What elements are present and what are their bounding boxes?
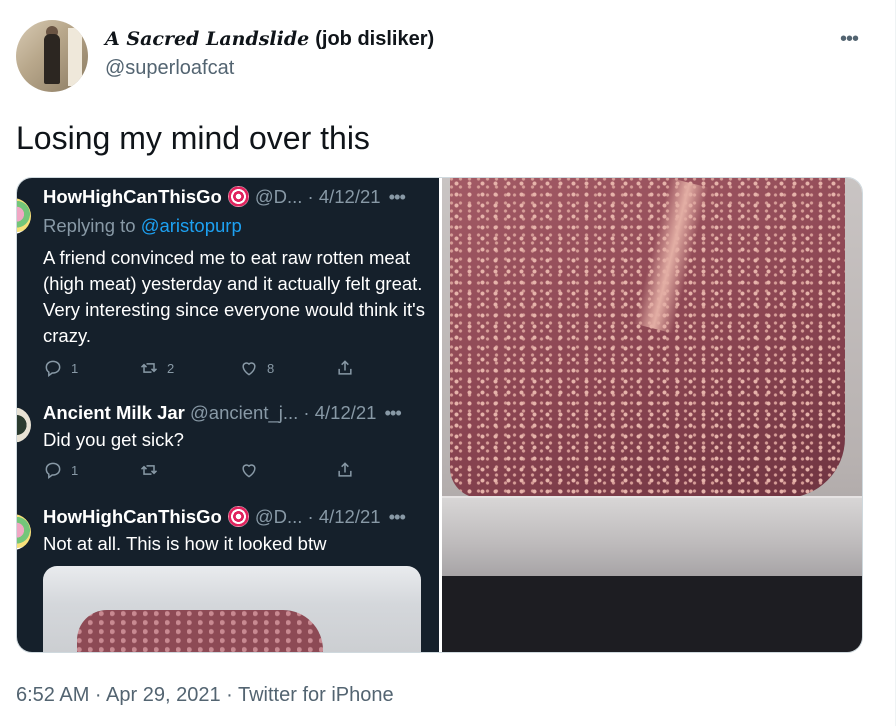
container-edge — [442, 496, 862, 576]
flower-badge-icon — [227, 506, 249, 527]
retweet-icon — [140, 465, 158, 475]
author-name-row[interactable]: A Sacred Landslide (job disliker) — [105, 28, 434, 51]
media-grid[interactable]: HowHighCanThisGo @D... · 4/12/21 ••• Reply… — [16, 177, 863, 653]
share-icon — [338, 360, 352, 375]
flower-badge-icon — [227, 186, 249, 207]
reply-header: HowHighCanThisGo @D... · 4/12/21 ••• — [43, 506, 406, 528]
avatar-door — [68, 28, 82, 86]
reply-count: 1 — [43, 460, 78, 480]
reply-icon — [45, 462, 61, 479]
reply-body: Did you get sick? — [43, 429, 184, 450]
reply-handle-date: @D... · 4/12/21 — [254, 186, 381, 207]
heart-icon — [242, 464, 256, 478]
reply-header: HowHighCanThisGo @D... · 4/12/21 ••• — [43, 186, 406, 208]
like-count: 8 — [239, 358, 274, 378]
retweet-icon — [140, 363, 158, 373]
reply-body: Not at all. This is how it looked btw — [43, 533, 327, 554]
more-options-icon[interactable]: ••• — [834, 24, 864, 54]
retweet-count — [139, 460, 159, 480]
reply-count-value: 1 — [71, 360, 79, 376]
retweet-count: 2 — [139, 358, 174, 378]
reply-handle-date: @D... · 4/12/21 — [254, 506, 381, 527]
reply-author-name: Ancient Milk Jar — [43, 402, 185, 423]
reply-more-icon: ••• — [388, 186, 406, 207]
reply-avatar — [17, 407, 31, 443]
avatar-figure — [44, 34, 60, 84]
reply-handle-date: @ancient_j... · 4/12/21 — [190, 402, 377, 423]
dark-surface — [442, 576, 862, 652]
replying-to-handle: @aristopurp — [140, 215, 242, 236]
reply-more-icon: ••• — [388, 506, 406, 527]
tweet-timestamp[interactable]: 6:52 AM · Apr 29, 2021 · Twitter for iPh… — [16, 684, 394, 707]
reply-actions: 1 2 8 — [43, 358, 363, 380]
reply-embedded-photo — [43, 566, 421, 652]
reply-header: Ancient Milk Jar @ancient_j... · 4/12/21… — [43, 402, 402, 424]
replying-to-label: Replying to — [43, 215, 136, 236]
reply-count-value: 1 — [71, 462, 79, 478]
reply-author-name: HowHighCanThisGo — [43, 506, 222, 527]
reply-more-icon: ••• — [384, 402, 401, 423]
retweet-count-value: 2 — [167, 360, 175, 376]
replying-to-line: Replying to @aristopurp — [43, 215, 242, 237]
reply-author-name: HowHighCanThisGo — [43, 186, 222, 207]
meat-shape — [450, 178, 845, 498]
media-image-screenshot[interactable]: HowHighCanThisGo @D... · 4/12/21 ••• Reply… — [17, 178, 439, 652]
reply-icon — [45, 360, 61, 377]
media-image-meat-photo[interactable] — [442, 178, 862, 652]
author-avatar[interactable] — [16, 20, 88, 92]
author-handle[interactable]: @superloafcat — [105, 57, 234, 80]
meat-photo-shape — [77, 610, 323, 652]
reply-body: A friend convinced me to eat raw rotten … — [43, 247, 425, 346]
tweet: A Sacred Landslide (job disliker) @super… — [0, 0, 896, 726]
tweet-text: Losing my mind over this — [16, 120, 370, 156]
share-icon — [338, 462, 352, 477]
heart-icon — [242, 362, 256, 376]
like-count-value: 8 — [267, 360, 275, 376]
share-action — [335, 460, 355, 480]
share-action — [335, 358, 355, 378]
reply-actions: 1 — [43, 460, 363, 482]
author-display-name[interactable]: A Sacred Landslide — [105, 28, 309, 50]
author-display-suffix[interactable]: (job disliker) — [315, 28, 434, 51]
reply-count: 1 — [43, 358, 78, 378]
reply-avatar — [17, 514, 31, 550]
like-count — [239, 460, 259, 480]
reply-avatar — [17, 198, 31, 234]
